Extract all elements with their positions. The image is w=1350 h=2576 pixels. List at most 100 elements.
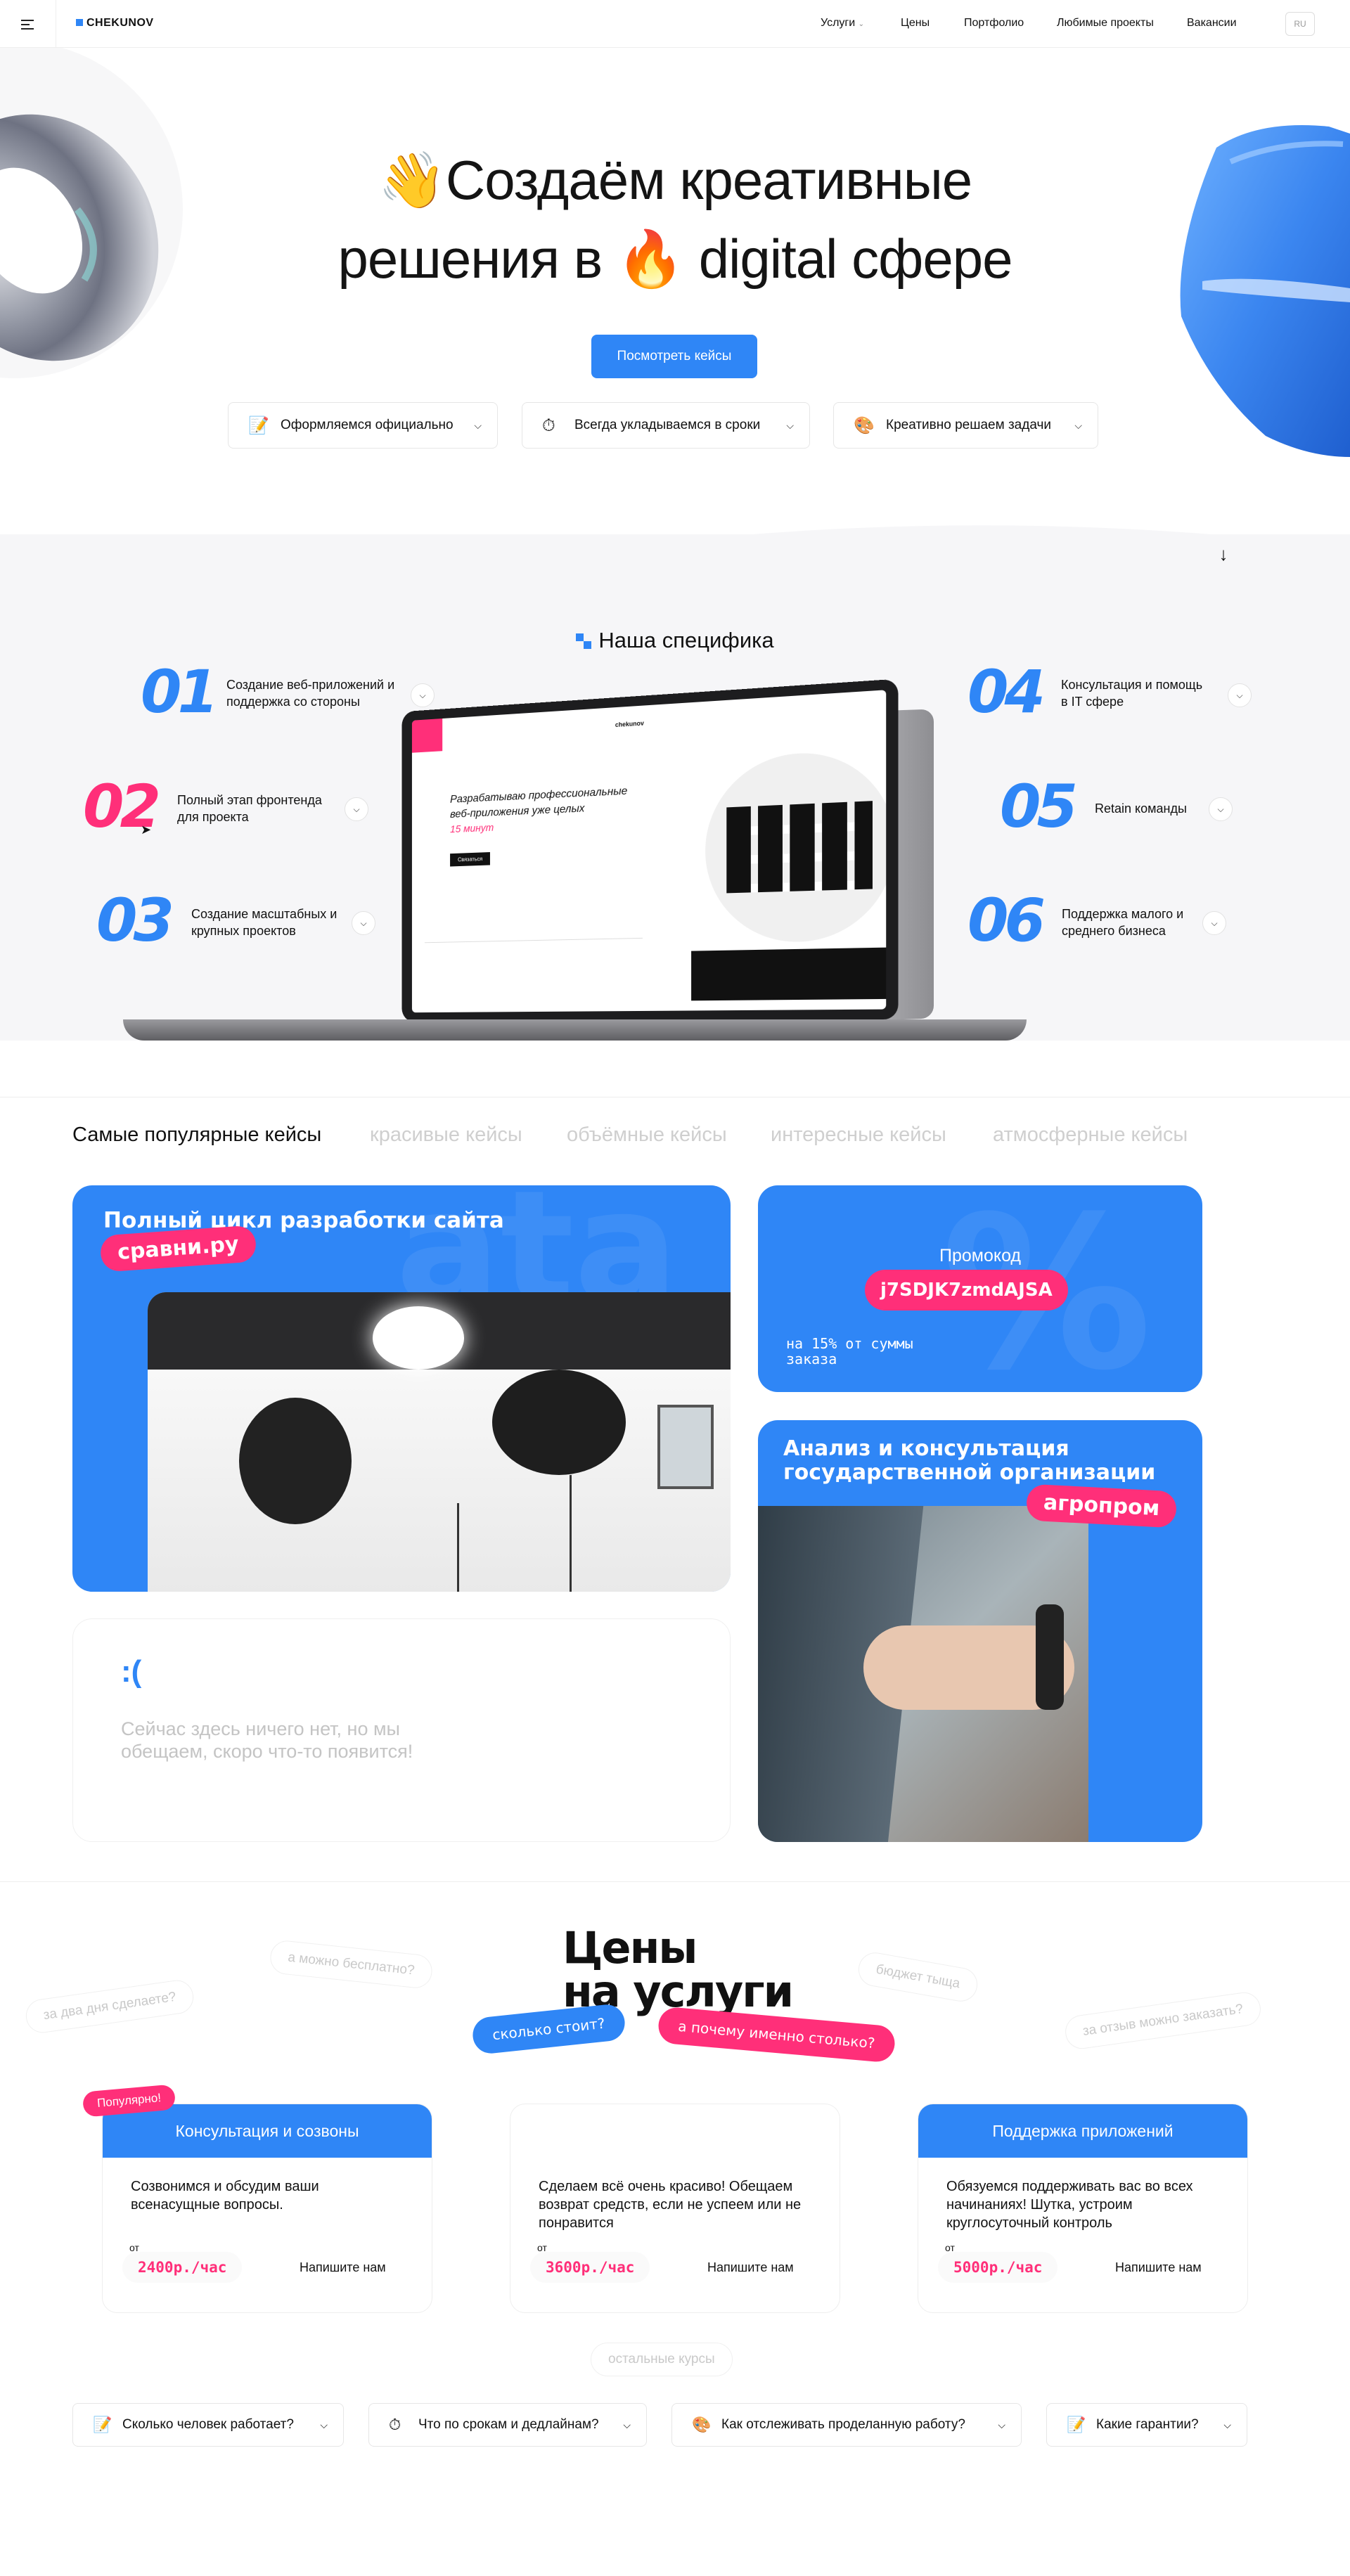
laptop-base [123,1019,1027,1041]
case-title: Полный цикл разработки сайта [103,1208,504,1233]
chevron-down-icon: ⌵ [998,2419,1005,2430]
touchscreen-photo [758,1506,1088,1842]
filter-interesting[interactable]: интересные кейсы [771,1123,946,1147]
hero-title-text: решения в [338,228,603,290]
chevron-down-icon: ⌵ [474,420,482,431]
case-card-full-cycle[interactable]: ata Полный цикл разработки сайта сравни.… [72,1185,731,1592]
pill-label: Всегда укладываемся в сроки [574,418,761,432]
specific-number: 01 [141,657,219,726]
nav-services[interactable]: Услуги ⌄ [821,17,864,30]
window-frame [657,1405,714,1489]
empty-text: Сейчас здесь ничего нет, но мы обещаем, … [121,1718,413,1762]
site-header: CHEKUNOV Услуги ⌄ Цены Портфолио Любимые… [0,0,1350,48]
nav-prices[interactable]: Цены [901,17,930,30]
pill-official[interactable]: 📝 Оформляемся официально ⌵ [228,402,498,449]
view-cases-button[interactable]: Посмотреть кейсы [591,335,757,378]
faq-guarantees[interactable]: 📝 Какие гарантии? ⌵ [1046,2403,1247,2447]
nav-favorite-projects[interactable]: Любимые проекты [1057,17,1154,30]
price-value: 2400р./час [122,2252,243,2283]
umbrella-left [239,1398,352,1524]
faq-label: Как отслеживать проделанную работу? [721,2417,965,2432]
price-card-title: Консультация и созвоны [103,2104,432,2158]
pill-deadlines[interactable]: ⏱ Всегда укладываемся в сроки ⌵ [522,402,810,449]
hero-title-line-1: 👋Создаём креативные [0,141,1350,219]
prices-title-line-1: Цены [562,1922,698,1973]
chevron-down-icon: ⌵ [1223,2419,1231,2430]
screen-accent-text: 15 минут [450,822,494,836]
chevron-down-icon[interactable]: ⌵ [352,911,375,935]
menu-icon [21,20,34,21]
laptop-screen: chekunov Разрабатываю профессиональные в… [401,678,899,1022]
logo-mark-icon [76,19,83,26]
hero-title-text: digital сфере [698,228,1013,290]
specifics-title: Наша специфика [0,628,1350,653]
chevron-down-icon[interactable]: ⌵ [1202,911,1226,935]
photo-watch [1036,1604,1064,1710]
faq-deadlines[interactable]: ⏱ Что по срокам и дедлайнам? ⌵ [368,2403,647,2447]
promo-note: на 15% от суммы заказа [786,1335,913,1367]
nav-label: Услуги [821,17,856,29]
scroll-down-arrow-icon[interactable]: ↓ [1209,540,1238,568]
specific-label: Создание веб-приложений и поддержка со с… [226,678,395,709]
specific-number: 05 [1000,772,1078,841]
price-card-title: Поддержка приложений [918,2104,1247,2158]
studio-photo [148,1292,731,1592]
write-us-link[interactable]: Напишите нам [300,2256,386,2279]
ghost-question: бюджет тыща [856,1950,980,2004]
screen-dark-block [691,947,887,1001]
price-card-desc: Созвонимся и обсудим ваши всенасущные во… [131,2179,319,2213]
cases-title: Самые популярные кейсы [72,1123,322,1146]
case-tag: агропром [1025,1483,1178,1528]
pill-creative[interactable]: 🎨 Креативно решаем задачи ⌵ [833,402,1098,449]
language-switch[interactable]: RU [1285,12,1315,36]
menu-button[interactable] [0,0,56,48]
mouse-cursor-icon: ➤ [141,823,152,837]
specific-label: Поддержка малого и среднего бизнеса [1062,907,1184,938]
write-us-link[interactable]: Напишите нам [1115,2256,1202,2279]
chevron-down-icon: ⌵ [623,2419,631,2430]
notepad-icon: 📝 [248,416,269,435]
specific-label: Консультация и помощь в IT сфере [1061,678,1203,709]
specific-label: Retain команды [1095,801,1187,816]
chevron-down-icon: ⌵ [1074,420,1082,431]
faq-team-size[interactable]: 📝 Сколько человек работает? ⌵ [72,2403,344,2447]
stopwatch-icon: ⏱ [542,416,555,435]
promo-code[interactable]: j7SDJK7zmdAJSA [865,1270,1068,1310]
other-courses-link[interactable]: остальные курсы [591,2343,733,2376]
nav-vacancies[interactable]: Вакансии [1187,17,1237,30]
faq-label: Что по срокам и дедлайнам? [418,2417,599,2432]
filter-volumetric[interactable]: объёмные кейсы [567,1123,727,1147]
filter-beautiful[interactable]: красивые кейсы [370,1123,522,1147]
screen-headline: Разрабатываю профессиональные веб-прилож… [450,785,628,820]
screen-cards-grid [726,801,873,894]
filter-atmospheric[interactable]: атмосферные кейсы [993,1123,1188,1147]
palette-icon: 🎨 [854,416,875,435]
case-card-analysis[interactable]: Анализ и консультация государственной ор… [758,1420,1202,1842]
screen-footer-cols [424,937,643,997]
price-card-desc: Обязуемся поддерживать вас во всех начин… [946,2179,1193,2231]
chevron-down-icon[interactable]: ⌵ [1228,683,1252,707]
write-us-link[interactable]: Напишите нам [707,2256,794,2279]
screen-logo: chekunov [615,719,644,729]
nav-portfolio[interactable]: Портфолио [964,17,1024,30]
logo[interactable]: CHEKUNOV [76,17,154,30]
faq-tracking[interactable]: 🎨 Как отслеживать проделанную работу? ⌵ [671,2403,1022,2447]
price-card-consult: Консультация и созвоны Созвонимся и обсу… [102,2104,432,2313]
price-value: 5000р./час [938,2252,1058,2283]
chevron-down-icon[interactable]: ⌵ [411,683,435,707]
chevron-down-icon[interactable]: ⌵ [1209,797,1233,821]
light-stand [570,1475,572,1592]
price-card-frontend: FRONTEND FRONTEND Сделаем всё очень крас… [510,2104,840,2313]
pill-label: Оформляемся официально [281,418,454,432]
laptop-screen-content: chekunov Разрабатываю профессиональные в… [411,690,887,1013]
empty-card: :( Сейчас здесь ничего нет, но мы обещае… [72,1618,731,1842]
faq-label: Какие гарантии? [1096,2417,1199,2432]
screen-accent-block [411,718,443,753]
case-title: Анализ и консультация государственной ор… [783,1436,1156,1485]
promo-card[interactable]: % Промокод j7SDJK7zmdAJSA на 15% от сумм… [758,1185,1202,1392]
wave-emoji-icon: 👋 [378,149,446,211]
ghost-question: а можно бесплатно? [269,1939,434,1990]
hero-title-line-2: решения в 🔥 digital сфере [0,219,1350,298]
chevron-down-icon[interactable]: ⌵ [345,797,368,821]
stopwatch-icon: ⏱ [389,2416,401,2433]
